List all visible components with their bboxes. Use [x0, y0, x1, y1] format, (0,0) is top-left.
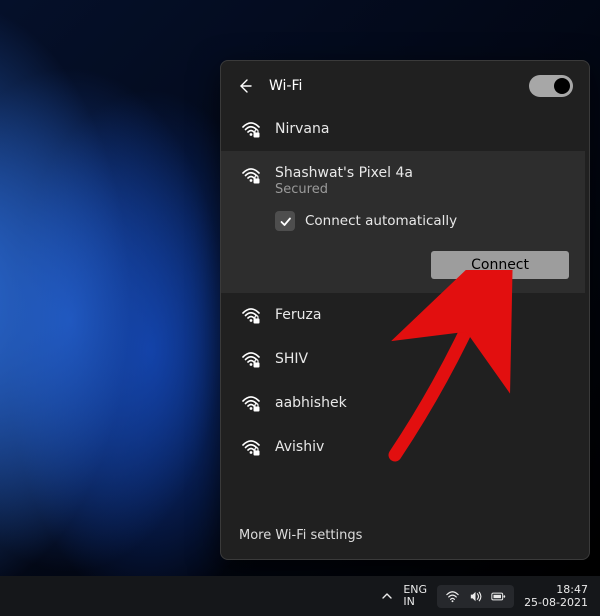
back-button[interactable]: [235, 76, 255, 96]
network-item[interactable]: aabhishek: [221, 381, 585, 425]
connect-auto-row[interactable]: Connect automatically: [275, 211, 569, 231]
connect-auto-checkbox[interactable]: [275, 211, 295, 231]
flyout-header: Wi-Fi: [221, 61, 589, 107]
network-item-selected: Shashwat's Pixel 4aSecured Connect automa…: [221, 151, 585, 293]
network-name: Feruza: [275, 307, 321, 323]
network-item[interactable]: Nirvana: [221, 107, 585, 151]
language-indicator[interactable]: ENG IN: [403, 584, 427, 608]
battery-tray-icon: [491, 589, 506, 604]
wifi-tray-icon: [445, 589, 460, 604]
checkmark-icon: [279, 215, 292, 228]
clock[interactable]: 18:47 25-08-2021: [524, 583, 588, 609]
connect-button[interactable]: Connect: [431, 251, 569, 279]
network-list-wrap: Nirvana Shashwat's Pixel 4aSecured Connect…: [221, 107, 589, 514]
date: 25-08-2021: [524, 596, 588, 609]
wifi-secured-icon: [241, 165, 261, 185]
more-wifi-settings-link[interactable]: More Wi-Fi settings: [221, 514, 589, 559]
network-list[interactable]: Nirvana Shashwat's Pixel 4aSecured Connect…: [221, 107, 585, 514]
system-icons-pill[interactable]: [437, 585, 514, 608]
wifi-secured-icon: [241, 349, 261, 369]
system-tray: ENG IN 18:47 25-08-2021: [381, 583, 588, 609]
flyout-title: Wi-Fi: [269, 78, 515, 94]
speaker-tray-icon: [468, 589, 483, 604]
taskbar: ENG IN 18:47 25-08-2021: [0, 576, 600, 616]
wifi-secured-icon: [241, 305, 261, 325]
network-item[interactable]: SHIV: [221, 337, 585, 381]
wifi-secured-icon: [241, 437, 261, 457]
network-name: aabhishek: [275, 395, 347, 411]
toggle-knob: [554, 78, 570, 94]
time: 18:47: [524, 583, 588, 596]
wifi-toggle[interactable]: [529, 75, 573, 97]
network-name: Avishiv: [275, 439, 324, 455]
tray-chevron-up-icon[interactable]: [381, 590, 393, 602]
network-item[interactable]: Avishiv: [221, 425, 585, 469]
network-name: Shashwat's Pixel 4a: [275, 165, 413, 181]
wifi-secured-icon: [241, 119, 261, 139]
back-arrow-icon: [237, 78, 253, 94]
network-name: Nirvana: [275, 121, 329, 137]
connect-auto-label: Connect automatically: [305, 213, 457, 229]
wifi-flyout: Wi-Fi Nirvana Shashwat's Pixel 4aSecured C…: [220, 60, 590, 560]
lang-line2: IN: [403, 596, 427, 608]
network-name: SHIV: [275, 351, 308, 367]
wifi-secured-icon: [241, 393, 261, 413]
network-item[interactable]: Feruza: [221, 293, 585, 337]
network-status: Secured: [275, 182, 413, 197]
